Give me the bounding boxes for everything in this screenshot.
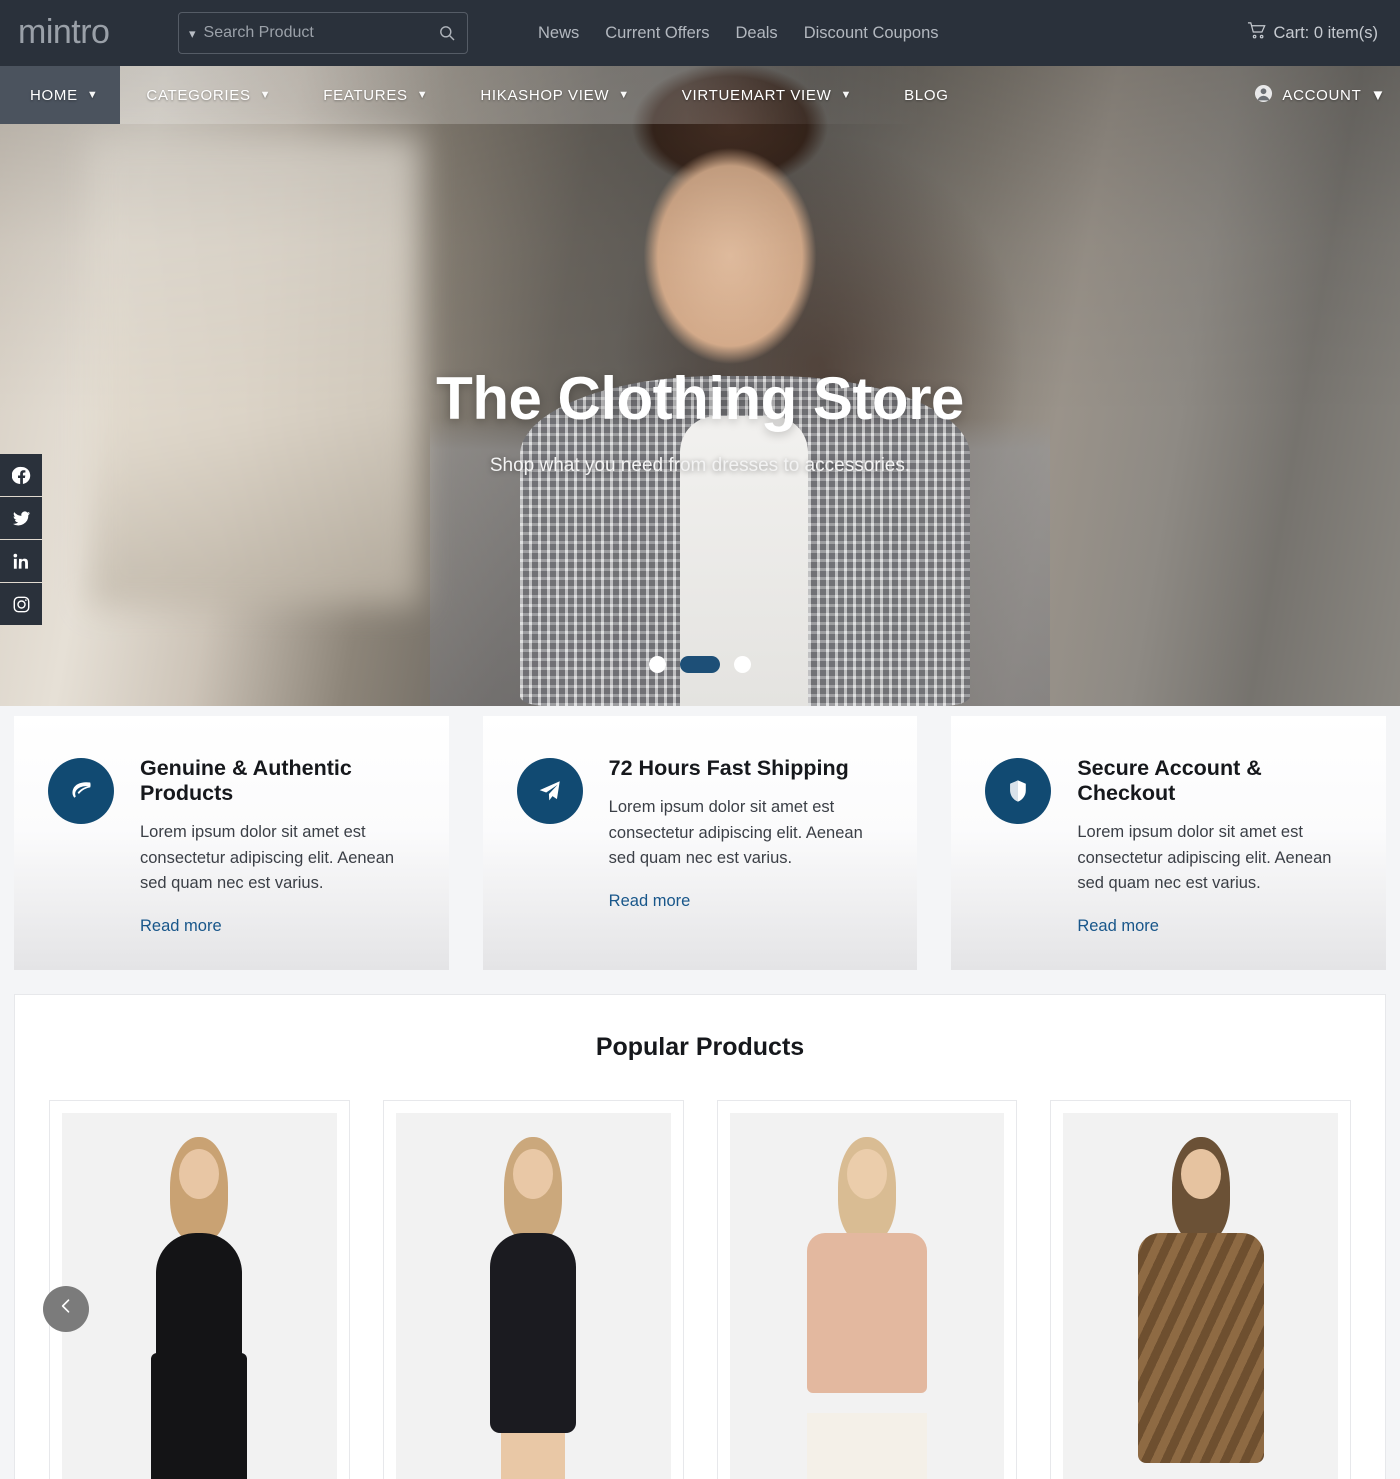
nav-item-hikashop-view-label: HIKASHOP VIEW bbox=[480, 86, 610, 104]
read-more-link[interactable]: Read more bbox=[140, 917, 222, 936]
hero-slider: HOME ▼ CATEGORIES ▼ FEATURES ▼ HIKASHOP … bbox=[0, 66, 1400, 706]
chevron-down-icon: ▼ bbox=[259, 89, 272, 101]
chevron-left-icon bbox=[56, 1296, 76, 1321]
product-image bbox=[729, 1112, 1005, 1479]
product-carousel-row: Niki Sable Jacket Fabiola Arias Women's … bbox=[15, 1099, 1385, 1479]
feature-card-secure-body: Secure Account & Checkout Lorem ipsum do… bbox=[1077, 754, 1356, 936]
header-link-current-offers[interactable]: Current Offers bbox=[605, 24, 709, 43]
feature-text: Lorem ipsum dolor sit amet est consectet… bbox=[140, 823, 395, 893]
product-card[interactable]: Columbia Mighty Lite III Jacket bbox=[1050, 1099, 1351, 1479]
site-logo[interactable]: mintro bbox=[18, 15, 178, 51]
nav-item-categories[interactable]: CATEGORIES ▼ bbox=[120, 66, 297, 124]
paper-plane-icon bbox=[516, 758, 583, 824]
chevron-down-icon: ▼ bbox=[86, 89, 99, 101]
chevron-down-icon: ▼ bbox=[840, 89, 853, 101]
cart-label: Cart: 0 item(s) bbox=[1273, 23, 1378, 42]
chevron-down-icon: ▼ bbox=[1370, 86, 1386, 104]
feature-text: Lorem ipsum dolor sit amet est consectet… bbox=[608, 798, 863, 868]
read-more-link[interactable]: Read more bbox=[1077, 917, 1159, 936]
feature-cards: Genuine & Authentic Products Lorem ipsum… bbox=[0, 706, 1400, 970]
top-header-bar: mintro ▾ News Current Offers Deals Disco… bbox=[0, 0, 1400, 66]
header-link-news[interactable]: News bbox=[538, 24, 579, 43]
product-card[interactable]: Fabiola Arias Women's Lace Allover bbox=[382, 1099, 684, 1479]
nav-item-features[interactable]: FEATURES ▼ bbox=[297, 66, 454, 124]
cart-button[interactable]: Cart: 0 item(s) bbox=[1247, 21, 1386, 45]
main-navigation: HOME ▼ CATEGORIES ▼ FEATURES ▼ HIKASHOP … bbox=[0, 66, 1400, 124]
facebook-icon[interactable] bbox=[0, 454, 42, 496]
hero-subtitle: Shop what you need from dresses to acces… bbox=[489, 455, 911, 476]
header-link-discount-coupons[interactable]: Discount Coupons bbox=[804, 24, 939, 43]
hero-title: The Clothing Store bbox=[436, 365, 964, 432]
nav-account-menu[interactable]: ACCOUNT ▼ bbox=[1254, 66, 1400, 124]
search-box[interactable]: ▾ bbox=[178, 12, 468, 54]
feature-card-shipping-body: 72 Hours Fast Shipping Lorem ipsum dolor… bbox=[609, 754, 877, 936]
nav-item-virtuemart-view-label: VIRTUEMART VIEW bbox=[681, 86, 832, 104]
nav-item-virtuemart-view[interactable]: VIRTUEMART VIEW ▼ bbox=[656, 66, 878, 124]
feature-text: Lorem ipsum dolor sit amet est consectet… bbox=[1077, 823, 1332, 893]
product-card[interactable]: Niki Sable Jacket bbox=[49, 1099, 350, 1479]
hero-pagination-dots bbox=[0, 656, 1400, 673]
nav-item-blog-label: BLOG bbox=[904, 86, 949, 104]
nav-account-label: ACCOUNT bbox=[1282, 86, 1362, 104]
linkedin-icon[interactable] bbox=[0, 540, 42, 582]
chevron-down-icon: ▼ bbox=[416, 89, 429, 101]
nav-item-home-label: HOME bbox=[30, 86, 78, 104]
instagram-icon[interactable] bbox=[0, 583, 42, 625]
feature-card-genuine: Genuine & Authentic Products Lorem ipsum… bbox=[14, 716, 449, 970]
popular-products-section: Popular Products Niki Sable Jacket bbox=[14, 993, 1386, 1479]
product-image bbox=[395, 1112, 671, 1479]
search-input[interactable] bbox=[203, 24, 431, 42]
hero-dot-3[interactable] bbox=[734, 656, 751, 673]
product-image bbox=[62, 1112, 337, 1479]
carousel-prev-button[interactable] bbox=[43, 1285, 89, 1332]
feature-title: Genuine & Authentic Products bbox=[140, 756, 352, 805]
search-category-chevron-down-icon[interactable]: ▾ bbox=[189, 27, 196, 40]
nav-item-hikashop-view[interactable]: HIKASHOP VIEW ▼ bbox=[454, 66, 655, 124]
user-circle-icon bbox=[1254, 84, 1273, 107]
social-rail bbox=[0, 454, 42, 626]
twitter-icon[interactable] bbox=[0, 497, 42, 539]
nav-item-features-label: FEATURES bbox=[323, 86, 408, 104]
nav-item-categories-label: CATEGORIES bbox=[146, 86, 251, 104]
product-card[interactable]: Jill Jill Stuart Women's Jumpsuit bbox=[716, 1099, 1018, 1479]
feature-title: 72 Hours Fast Shipping bbox=[608, 756, 849, 780]
feature-card-genuine-body: Genuine & Authentic Products Lorem ipsum… bbox=[140, 754, 419, 936]
hero-dot-2[interactable] bbox=[680, 656, 720, 673]
section-title: Popular Products bbox=[595, 1032, 805, 1061]
cart-icon bbox=[1247, 21, 1267, 45]
hero-copy: The Clothing Store Shop what you need fr… bbox=[0, 364, 1400, 477]
nav-item-blog[interactable]: BLOG bbox=[878, 66, 974, 124]
nav-item-home[interactable]: HOME ▼ bbox=[0, 66, 121, 124]
hero-dot-1[interactable] bbox=[649, 656, 666, 673]
read-more-link[interactable]: Read more bbox=[609, 892, 691, 911]
shield-icon bbox=[985, 758, 1052, 824]
feature-card-secure: Secure Account & Checkout Lorem ipsum do… bbox=[951, 716, 1387, 970]
header-links: News Current Offers Deals Discount Coupo… bbox=[538, 24, 939, 43]
feature-card-shipping: 72 Hours Fast Shipping Lorem ipsum dolor… bbox=[482, 716, 918, 970]
feature-title: Secure Account & Checkout bbox=[1077, 756, 1262, 805]
search-icon[interactable] bbox=[439, 25, 455, 41]
leaf-icon bbox=[48, 758, 114, 824]
chevron-down-icon: ▼ bbox=[618, 89, 630, 101]
product-image bbox=[1063, 1112, 1338, 1479]
header-link-deals[interactable]: Deals bbox=[736, 24, 778, 43]
